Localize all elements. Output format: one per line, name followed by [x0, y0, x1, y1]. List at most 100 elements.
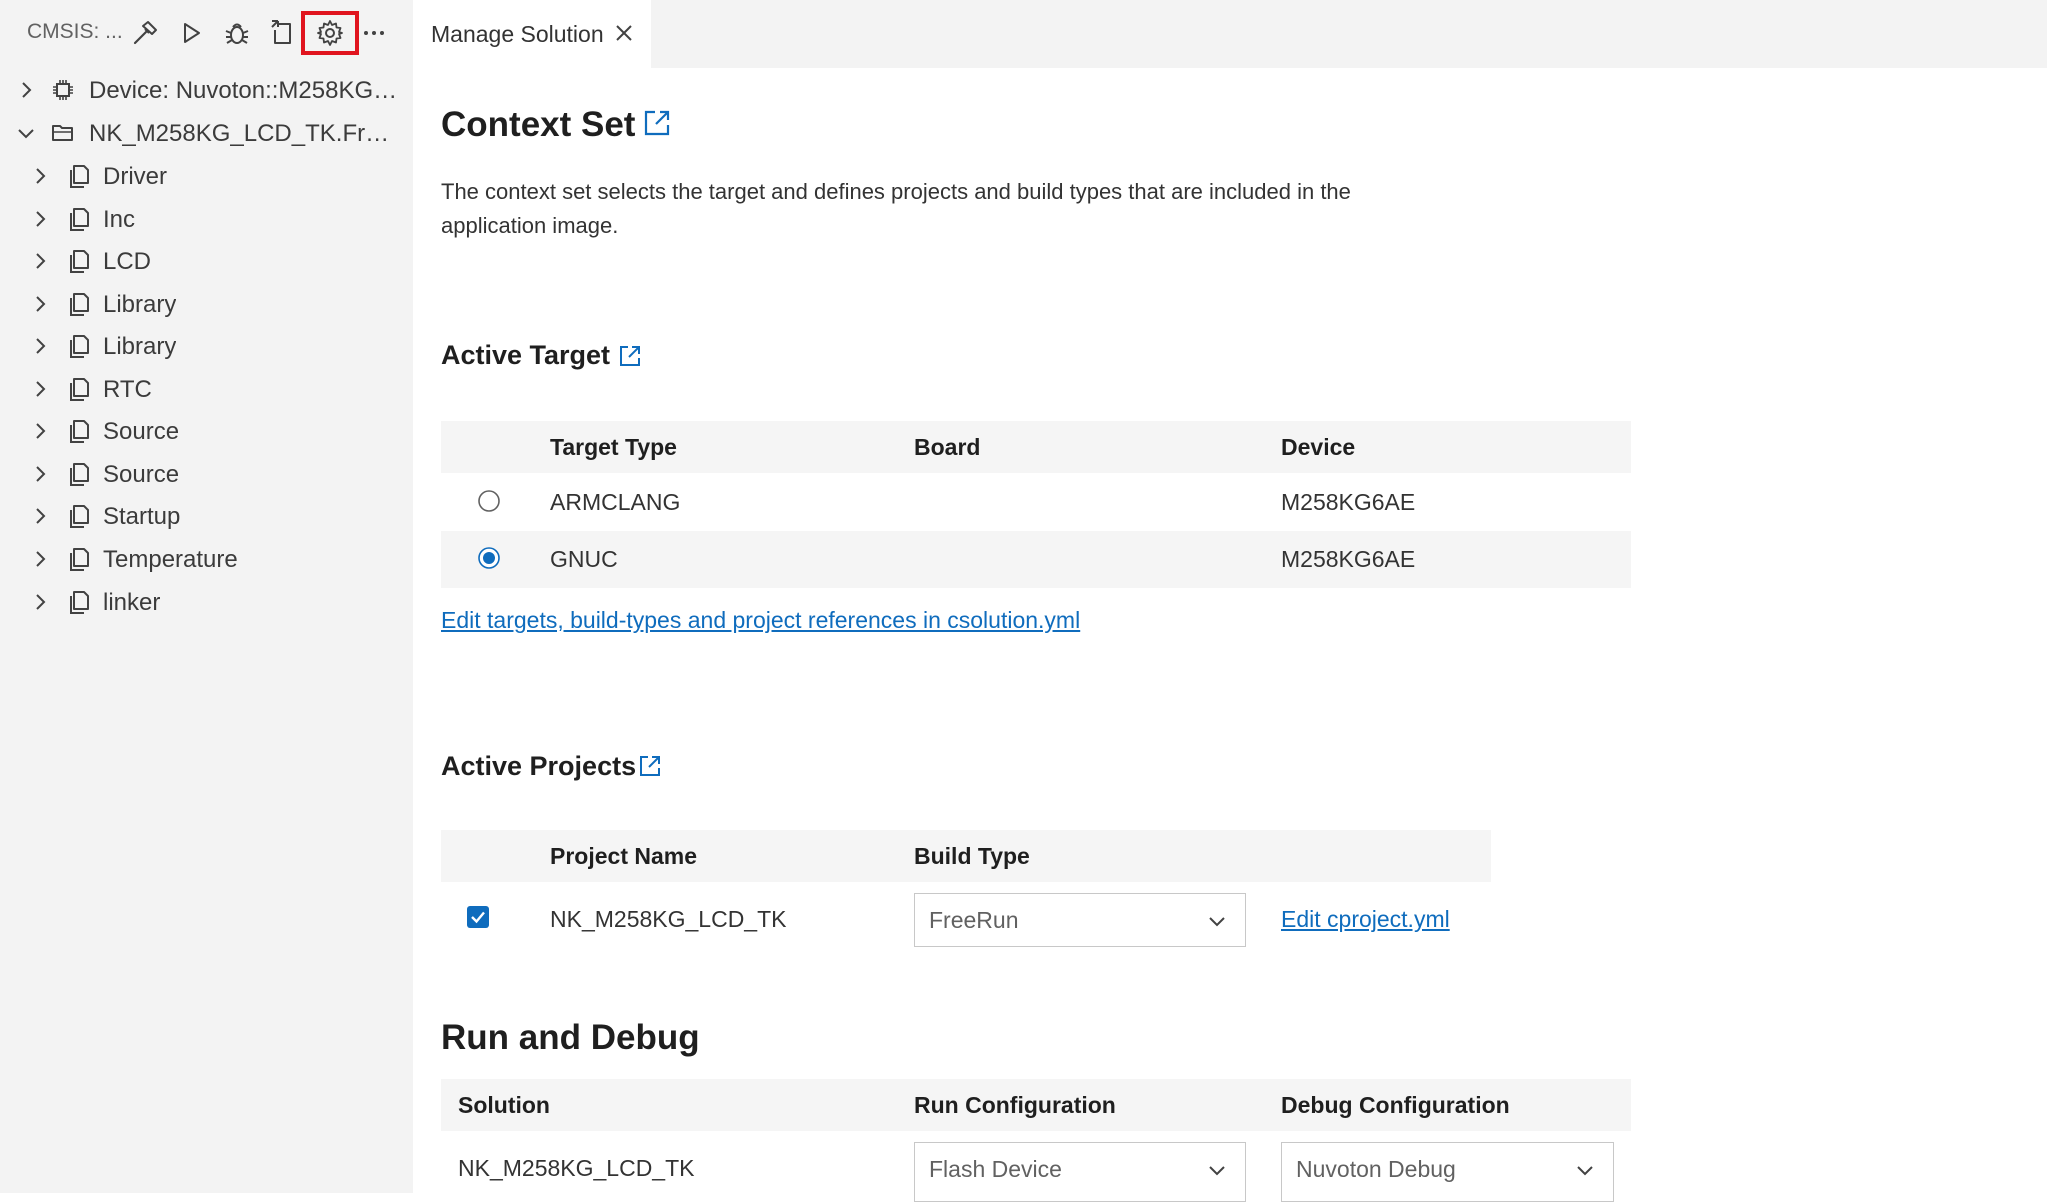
debug-button[interactable]: [218, 14, 256, 52]
active-target-table: Target Type Board Device ARMCLANG M258KG…: [441, 421, 1631, 589]
tree-item-group[interactable]: RTC: [0, 368, 413, 410]
files-icon: [70, 591, 89, 614]
chevron-right-icon: [36, 381, 46, 397]
target-radio-armclang[interactable]: [478, 490, 500, 512]
external-link-icon[interactable]: [618, 344, 642, 368]
files-icon: [70, 250, 89, 273]
hammer-icon: [133, 21, 157, 45]
tree-item-label: Library: [103, 333, 177, 360]
target-type-cell: GNUC: [550, 546, 618, 572]
context-set-description: The context set selects the target and d…: [441, 175, 1541, 243]
target-type-cell: ARMCLANG: [550, 489, 681, 515]
table-row: NK_M258KG_LCD_TK FreeRun Edit cproject.y…: [441, 882, 1491, 958]
column-header-run-configuration: Run Configuration: [914, 1092, 1116, 1118]
tree-item-group[interactable]: Source: [0, 453, 413, 495]
files-icon: [70, 335, 89, 358]
tab-label: Manage Solution: [431, 21, 604, 47]
tree-item-group[interactable]: Library: [0, 283, 413, 325]
tree-item-group[interactable]: LCD: [0, 240, 413, 282]
manage-solution-panel: Context Set The context set selects the …: [413, 68, 2047, 1202]
table-header: Target Type Board Device: [441, 421, 1631, 473]
column-header-device: Device: [1281, 434, 1356, 460]
run-and-debug-title: Run and Debug: [441, 1018, 700, 1057]
table-row[interactable]: GNUC M258KG6AE: [441, 531, 1631, 588]
chevron-down-icon: [1577, 1166, 1593, 1176]
description-line: application image.: [441, 213, 619, 238]
tree-item-group[interactable]: Driver: [0, 155, 413, 197]
chevron-right-icon: [36, 551, 46, 567]
files-icon: [70, 463, 89, 486]
table-row: NK_M258KG_LCD_TK Flash Device Nuvoton De…: [441, 1131, 1631, 1202]
edit-csolution-link[interactable]: Edit targets, build-types and project re…: [441, 607, 1080, 634]
tree-item-label: Device: Nuvoton::M258KG6AE: [89, 77, 401, 104]
external-link-icon[interactable]: [638, 754, 662, 778]
chevron-down-icon: [18, 129, 34, 139]
play-icon: [184, 23, 200, 43]
open-file-icon: [271, 20, 291, 44]
chevron-right-icon: [36, 423, 46, 439]
chevron-right-icon: [22, 82, 32, 98]
tree-item-label: Driver: [103, 163, 167, 190]
solution-cell: NK_M258KG_LCD_TK: [458, 1155, 695, 1181]
sidebar-title: CMSIS: ...: [27, 20, 123, 43]
chevron-right-icon: [36, 211, 46, 227]
column-header-target-type: Target Type: [550, 434, 677, 460]
active-projects-title: Active Projects: [441, 751, 637, 781]
run-configuration-select[interactable]: Flash Device: [914, 1142, 1246, 1202]
tree-item-label: linker: [103, 589, 161, 616]
column-header-solution: Solution: [458, 1092, 550, 1118]
chevron-down-icon: [1209, 917, 1225, 927]
ellipsis-icon: [364, 31, 384, 35]
gear-icon: [317, 20, 343, 46]
description-line: The context set selects the target and d…: [441, 179, 1351, 204]
chevron-right-icon: [36, 508, 46, 524]
close-icon[interactable]: [613, 22, 635, 44]
tree-item-label: LCD: [103, 248, 152, 275]
explorer-sidebar: CMSIS: ... Device: Nuvoton::M258KG6AE NK…: [0, 0, 413, 1193]
tree-item-group[interactable]: Library: [0, 325, 413, 367]
tree-item-label: Source: [103, 461, 180, 488]
tree-item-group[interactable]: Temperature: [0, 538, 413, 580]
tree-item-label: Startup: [103, 503, 181, 530]
active-projects-table: Project Name Build Type NK_M258KG_LCD_TK…: [441, 830, 1491, 958]
table-row[interactable]: ARMCLANG M258KG6AE: [441, 473, 1631, 531]
manage-solution-button[interactable]: [301, 11, 359, 55]
files-icon: [70, 293, 89, 316]
tree-item-group[interactable]: Source: [0, 410, 413, 452]
debug-configuration-select[interactable]: Nuvoton Debug: [1281, 1142, 1614, 1202]
column-header-debug-configuration: Debug Configuration: [1281, 1092, 1510, 1118]
tree-item-group[interactable]: Startup: [0, 495, 413, 537]
table-header: Solution Run Configuration Debug Configu…: [441, 1079, 1631, 1131]
device-cell: M258KG6AE: [1281, 546, 1416, 572]
chevron-right-icon: [36, 466, 46, 482]
build-type-value: FreeRun: [929, 907, 1019, 933]
tree-item-device[interactable]: Device: Nuvoton::M258KG6AE: [0, 69, 413, 111]
chevron-right-icon: [36, 296, 46, 312]
project-checkbox[interactable]: [467, 906, 489, 928]
more-actions-button[interactable]: [355, 14, 393, 52]
chevron-right-icon: [36, 168, 46, 184]
files-icon: [70, 505, 89, 528]
files-icon: [70, 420, 89, 443]
build-type-select[interactable]: FreeRun: [914, 893, 1246, 947]
files-icon: [70, 165, 89, 188]
run-configuration-value: Flash Device: [929, 1156, 1062, 1182]
build-button[interactable]: [126, 14, 164, 52]
tree-item-group[interactable]: linker: [0, 581, 413, 623]
external-link-icon[interactable]: [642, 108, 672, 138]
tree-item-group[interactable]: Inc: [0, 198, 413, 240]
column-header-build-type: Build Type: [914, 843, 1030, 869]
tree-item-project[interactable]: NK_M258KG_LCD_TK.FreeRu...: [0, 112, 413, 154]
tab-manage-solution[interactable]: Manage Solution: [413, 0, 651, 68]
chip-icon: [53, 80, 73, 100]
target-radio-gnuc[interactable]: [478, 547, 500, 569]
active-target-title: Active Target: [441, 340, 611, 370]
chevron-down-icon: [1209, 1166, 1225, 1176]
chevron-right-icon: [36, 253, 46, 269]
table-header: Project Name Build Type: [441, 830, 1491, 882]
open-file-button[interactable]: [264, 14, 302, 52]
run-button[interactable]: [172, 14, 210, 52]
tree-item-label: RTC: [103, 376, 152, 403]
edit-cproject-link[interactable]: Edit cproject.yml: [1281, 906, 1450, 933]
context-set-title: Context Set: [441, 105, 636, 144]
